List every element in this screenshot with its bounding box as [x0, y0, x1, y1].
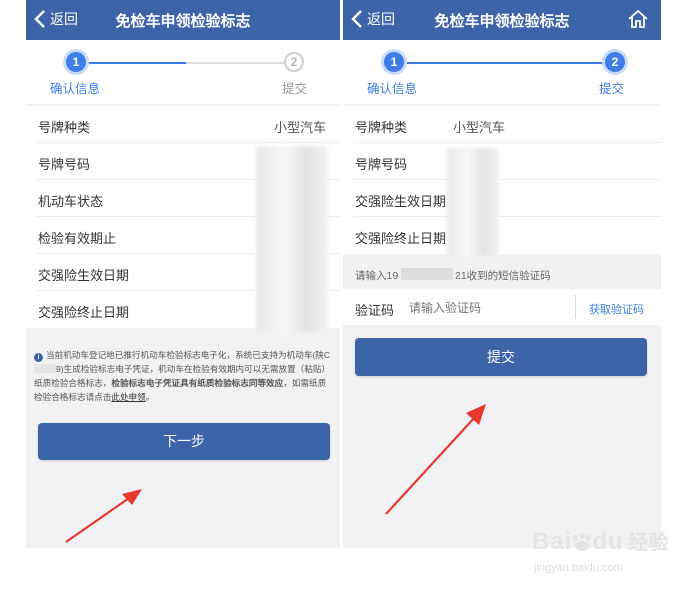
- step-2-label: 提交: [282, 82, 308, 96]
- step-indicator: 1 2 确认信息 提交: [343, 40, 661, 104]
- step-1-circle: 1: [384, 52, 404, 72]
- submit-button[interactable]: 提交: [355, 338, 647, 376]
- info-row-insurance-start: 交强险生效日期: [343, 180, 661, 217]
- baidu-jingyan-watermark: Bai du 经验 jingyan.baidu.com: [532, 528, 670, 574]
- field-label: 交强险生效日期: [38, 268, 130, 283]
- page-title: 免检车申领检验标志: [434, 13, 570, 30]
- field-label: 号牌种类: [38, 120, 91, 135]
- step-2-label: 提交: [599, 82, 625, 96]
- field-label: 交强险生效日期: [355, 194, 447, 209]
- next-step-button[interactable]: 下一步: [38, 423, 330, 460]
- code-label: 验证码: [355, 303, 395, 318]
- step-1-label: 确认信息: [50, 82, 101, 96]
- field-label: 号牌种类: [355, 120, 408, 135]
- redacted-values: [447, 148, 499, 256]
- sms-code-hint: 请输入19 21收到的短信验证码: [343, 259, 661, 289]
- info-row-plate-number: 号牌号码: [343, 143, 661, 180]
- redacted-phone: [401, 268, 453, 280]
- left-phone-screen: 返回 免检车申领检验标志 1 2 确认信息 提交 号牌种类 小型汽车 号牌号码 …: [26, 0, 340, 548]
- redacted-plate: [34, 364, 56, 373]
- info-row-plate-type: 号牌种类 小型汽车: [343, 106, 661, 143]
- field-label: 号牌号码: [38, 157, 91, 172]
- redacted-values: [256, 146, 328, 332]
- step-1-circle: 1: [66, 52, 86, 72]
- step-2-circle: 2: [605, 52, 625, 72]
- page-title: 免检车申领检验标志: [115, 13, 251, 30]
- vehicle-info-list: 号牌种类 小型汽车 号牌号码 交强险生效日期 交强险终止日期: [343, 106, 661, 256]
- verification-code-input[interactable]: [407, 297, 561, 319]
- nav-bar: 返回 免检车申领检验标志: [26, 0, 340, 40]
- step-2-circle: 2: [284, 52, 304, 72]
- field-value: 小型汽车: [274, 120, 327, 135]
- info-icon: i: [34, 353, 43, 362]
- get-code-button[interactable]: 获取验证码: [589, 301, 644, 317]
- verification-code-row: 验证码 获取验证码: [343, 289, 661, 325]
- step-1-label: 确认信息: [367, 82, 418, 96]
- e-certificate-notice: i 当前机动车登记地已推行机动车检验标志电子化，系统已支持为机动车(陕C9)生成检…: [34, 350, 331, 402]
- apply-paper-sticker-link[interactable]: 此处申领: [111, 392, 145, 402]
- field-label: 检验有效期止: [38, 231, 117, 246]
- info-row-insurance-end: 交强险终止日期: [343, 217, 661, 254]
- paw-icon: [572, 533, 592, 551]
- step-progress-line: [86, 62, 186, 64]
- field-label: 机动车状态: [38, 194, 104, 209]
- annotation-arrow-right: [385, 404, 486, 515]
- step-remaining-line: [186, 62, 284, 64]
- divider: [575, 295, 576, 319]
- field-label: 交强险终止日期: [355, 231, 447, 246]
- step-indicator: 1 2 确认信息 提交: [26, 40, 340, 104]
- field-label: 号牌号码: [355, 157, 408, 172]
- nav-bar: 返回 免检车申领检验标志: [343, 0, 661, 40]
- annotation-arrow-left: [65, 489, 142, 543]
- field-label: 交强险终止日期: [38, 305, 130, 320]
- info-row-plate-type: 号牌种类 小型汽车: [26, 106, 340, 143]
- vehicle-info-list: 号牌种类 小型汽车 号牌号码 机动车状态 检验有效期止 交强险生效日期 交强险终…: [26, 106, 340, 332]
- step-progress-line: [403, 62, 615, 64]
- field-value: 小型汽车: [453, 120, 506, 135]
- home-icon[interactable]: [627, 9, 649, 29]
